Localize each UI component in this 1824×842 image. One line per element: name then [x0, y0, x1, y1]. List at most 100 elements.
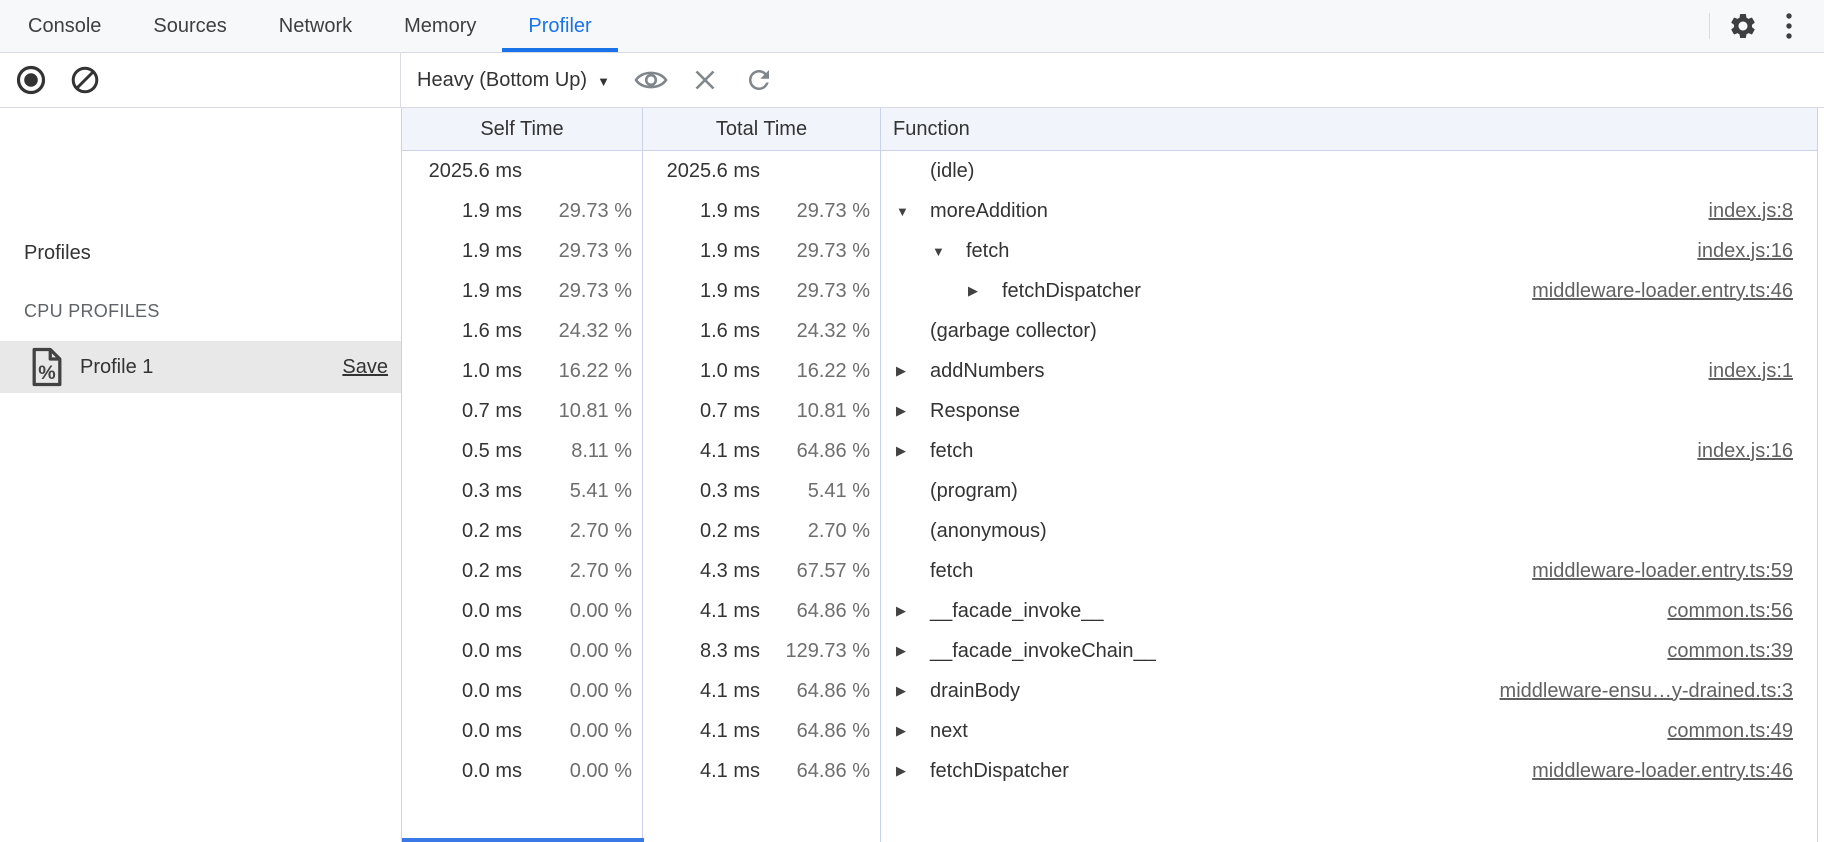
self-time-cell: 0.2 ms2.70 %	[402, 511, 643, 551]
grid-filler-row	[402, 791, 1817, 842]
self-time-percent: 10.81 %	[522, 400, 642, 423]
column-header-function[interactable]: Function	[881, 108, 1817, 150]
function-name: fetch	[930, 440, 973, 463]
total-time-percent: 5.41 %	[760, 480, 880, 503]
expander-closed-icon[interactable]: ▶	[893, 763, 930, 779]
table-row[interactable]: 1.9 ms29.73 %1.9 ms29.73 %▼moreAdditioni…	[402, 191, 1817, 231]
table-row[interactable]: 0.0 ms0.00 %4.1 ms64.86 %▶__facade_invok…	[402, 591, 1817, 631]
total-time-ms: 4.1 ms	[643, 680, 760, 703]
table-row[interactable]: 0.0 ms0.00 %8.3 ms129.73 %▶__facade_invo…	[402, 631, 1817, 671]
total-time-ms: 1.9 ms	[643, 200, 760, 223]
self-time-ms: 1.9 ms	[402, 280, 522, 303]
view-mode-dropdown[interactable]: Heavy (Bottom Up) ▼	[417, 69, 620, 92]
self-time-ms: 1.6 ms	[402, 320, 522, 343]
self-time-ms: 1.9 ms	[402, 240, 522, 263]
tab-network[interactable]: Network	[253, 0, 378, 52]
table-row[interactable]: 0.0 ms0.00 %4.1 ms64.86 %▶drainBodymiddl…	[402, 671, 1817, 711]
source-link[interactable]: index.js:16	[1697, 440, 1817, 463]
source-link[interactable]: middleware-loader.entry.ts:46	[1532, 760, 1817, 783]
source-link[interactable]: common.ts:49	[1667, 720, 1817, 743]
expander-closed-icon[interactable]: ▶	[893, 363, 930, 379]
tab-sources[interactable]: Sources	[127, 0, 252, 52]
sidebar-item-profile-1[interactable]: % Profile 1 Save	[0, 341, 401, 393]
total-time-cell: 4.1 ms64.86 %	[643, 671, 881, 711]
table-row[interactable]: 0.0 ms0.00 %4.1 ms64.86 %▶nextcommon.ts:…	[402, 711, 1817, 751]
record-button[interactable]	[8, 57, 54, 103]
self-time-ms: 0.0 ms	[402, 720, 522, 743]
function-cell: ▶next common.ts:49	[881, 711, 1817, 751]
function-cell: (idle)	[881, 151, 1817, 191]
devtools-profiler-panel: ConsoleSourcesNetworkMemoryProfiler Heav…	[0, 0, 1824, 842]
source-link[interactable]: middleware-loader.entry.ts:46	[1532, 280, 1817, 303]
table-row[interactable]: 0.5 ms8.11 %4.1 ms64.86 %▶fetchindex.js:…	[402, 431, 1817, 471]
tab-strip: ConsoleSourcesNetworkMemoryProfiler	[0, 0, 618, 52]
expander-closed-icon[interactable]: ▶	[893, 723, 930, 739]
function-name: (garbage collector)	[930, 320, 1097, 343]
horizontal-scrollbar-thumb[interactable]	[402, 838, 644, 842]
expander-closed-icon[interactable]: ▶	[893, 683, 930, 699]
self-time-percent: 5.41 %	[522, 480, 642, 503]
table-row[interactable]: 2025.6 ms2025.6 ms(idle)	[402, 151, 1817, 191]
save-profile-link[interactable]: Save	[342, 356, 388, 379]
column-header-total-time[interactable]: Total Time	[643, 108, 881, 150]
function-cell: (anonymous)	[881, 511, 1817, 551]
profile-document-icon: %	[30, 347, 64, 387]
expander-closed-icon[interactable]: ▶	[893, 603, 930, 619]
table-row[interactable]: 1.0 ms16.22 %1.0 ms16.22 %▶addNumbersind…	[402, 351, 1817, 391]
expander-open-icon[interactable]: ▼	[893, 204, 930, 219]
column-header-self-time[interactable]: Self Time	[402, 108, 643, 150]
table-row[interactable]: 1.6 ms24.32 %1.6 ms24.32 %(garbage colle…	[402, 311, 1817, 351]
expander-closed-icon[interactable]: ▶	[965, 283, 1002, 299]
self-time-ms: 0.0 ms	[402, 640, 522, 663]
total-time-percent: 64.86 %	[760, 440, 880, 463]
table-row[interactable]: 0.3 ms5.41 %0.3 ms5.41 %(program)	[402, 471, 1817, 511]
exclude-function-button[interactable]	[682, 57, 728, 103]
self-time-percent: 0.00 %	[522, 600, 642, 623]
table-row[interactable]: 0.7 ms10.81 %0.7 ms10.81 %▶Response	[402, 391, 1817, 431]
source-link[interactable]: index.js:8	[1709, 200, 1818, 223]
tab-console[interactable]: Console	[2, 0, 127, 52]
expander-closed-icon[interactable]: ▶	[893, 403, 930, 419]
function-cell: ▶fetchDispatchermiddleware-loader.entry.…	[881, 271, 1817, 311]
expander-closed-icon[interactable]: ▶	[893, 643, 930, 659]
source-link[interactable]: index.js:16	[1697, 240, 1817, 263]
gear-icon	[1728, 11, 1758, 41]
source-link[interactable]: common.ts:56	[1667, 600, 1817, 623]
clear-all-profiles-button[interactable]	[62, 57, 108, 103]
source-link[interactable]: common.ts:39	[1667, 640, 1817, 663]
sidebar-heading: Profiles	[24, 242, 91, 265]
total-time-cell: 4.1 ms64.86 %	[643, 751, 881, 791]
total-time-percent: 64.86 %	[760, 600, 880, 623]
focus-function-button[interactable]	[628, 57, 674, 103]
table-row[interactable]: 1.9 ms29.73 %1.9 ms29.73 %▼fetchindex.js…	[402, 231, 1817, 271]
table-row[interactable]: 1.9 ms29.73 %1.9 ms29.73 %▶fetchDispatch…	[402, 271, 1817, 311]
source-link[interactable]: index.js:1	[1709, 360, 1818, 383]
function-name: next	[930, 720, 968, 743]
table-row[interactable]: 0.2 ms2.70 %4.3 ms67.57 %fetchmiddleware…	[402, 551, 1817, 591]
restore-functions-button[interactable]	[736, 57, 782, 103]
profiles-sidebar: Profiles CPU PROFILES % Profile 1 Save	[0, 108, 401, 842]
function-cell: ▼moreAdditionindex.js:8	[881, 191, 1817, 231]
source-link[interactable]: middleware-loader.entry.ts:59	[1532, 560, 1817, 583]
table-row[interactable]: 0.0 ms0.00 %4.1 ms64.86 %▶fetchDispatche…	[402, 751, 1817, 791]
svg-text:%: %	[38, 362, 55, 384]
total-time-cell: 1.0 ms16.22 %	[643, 351, 881, 391]
expander-open-icon[interactable]: ▼	[929, 244, 966, 259]
function-cell: ▶Response	[881, 391, 1817, 431]
self-time-ms: 0.3 ms	[402, 480, 522, 503]
tab-memory[interactable]: Memory	[378, 0, 502, 52]
self-time-percent: 0.00 %	[522, 680, 642, 703]
more-options-button[interactable]	[1766, 3, 1812, 49]
self-time-percent: 16.22 %	[522, 360, 642, 383]
self-time-cell: 0.2 ms2.70 %	[402, 551, 643, 591]
self-time-percent: 24.32 %	[522, 320, 642, 343]
function-cell: ▶addNumbersindex.js:1	[881, 351, 1817, 391]
tabbar-right-controls	[1709, 0, 1824, 52]
total-time-percent: 64.86 %	[760, 680, 880, 703]
expander-closed-icon[interactable]: ▶	[893, 443, 930, 459]
source-link[interactable]: middleware-ensu…y-drained.ts:3	[1500, 680, 1817, 703]
tab-profiler[interactable]: Profiler	[502, 0, 617, 52]
total-time-cell: 4.1 ms64.86 %	[643, 591, 881, 631]
table-row[interactable]: 0.2 ms2.70 %0.2 ms2.70 %(anonymous)	[402, 511, 1817, 551]
settings-button[interactable]	[1720, 3, 1766, 49]
